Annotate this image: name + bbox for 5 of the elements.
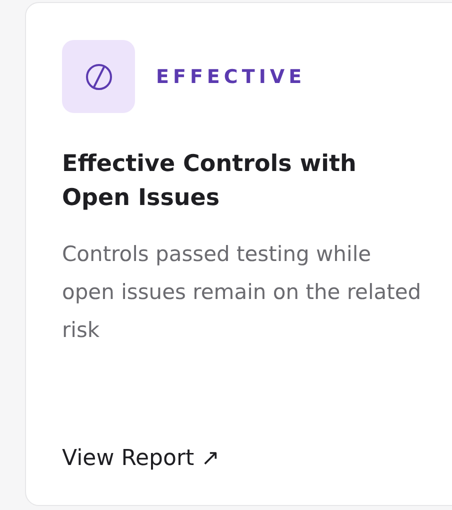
card-title: Effective Controls with Open Issues (62, 150, 358, 213)
category-label: EFFECTIVE (156, 66, 306, 88)
view-report-link[interactable]: View Report ↗ (62, 446, 220, 471)
circle-slash-icon (84, 62, 112, 90)
card-description: Controls passed testing while open issues remain on the related risk (62, 241, 422, 344)
